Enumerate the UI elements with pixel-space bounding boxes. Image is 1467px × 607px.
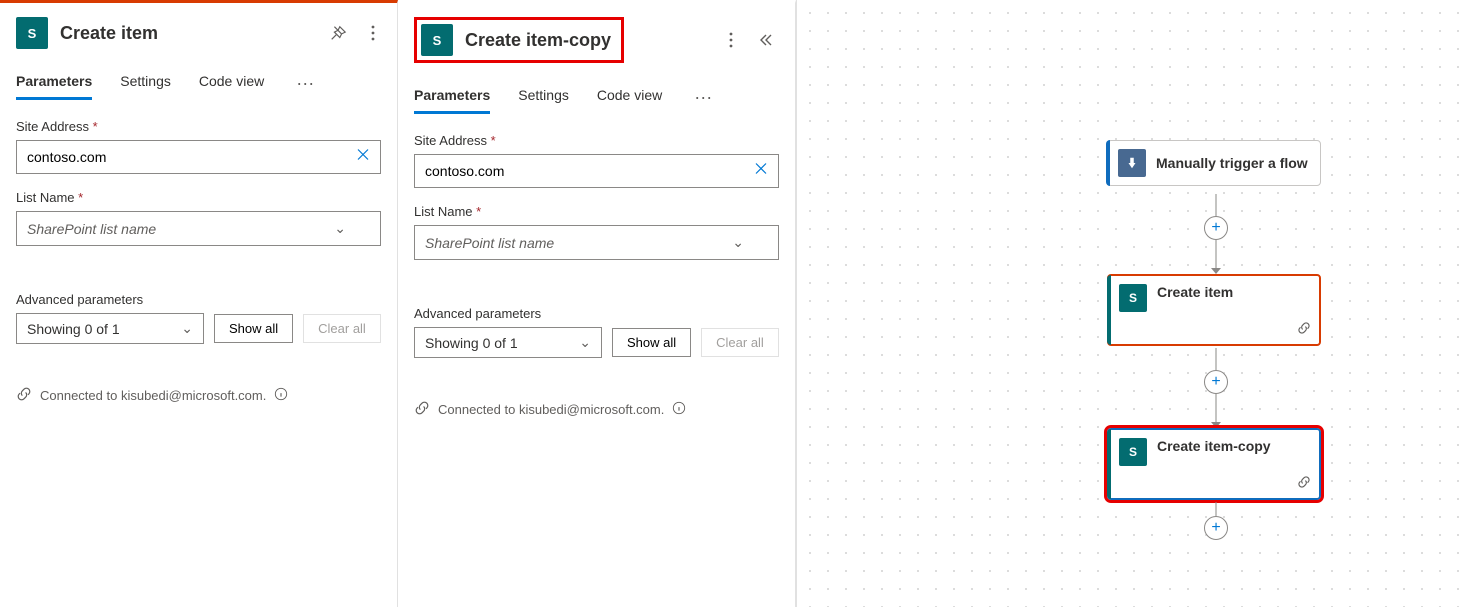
panel-title: Create item xyxy=(60,23,311,44)
list-name-label: List Name * xyxy=(16,190,381,205)
panel-title: Create item-copy xyxy=(465,30,611,51)
node-label: Manually trigger a flow xyxy=(1156,154,1308,172)
connection-footer: Connected to kisubedi@microsoft.com. xyxy=(0,362,397,429)
clear-all-button[interactable]: Clear all xyxy=(303,314,381,343)
list-name-select[interactable]: SharePoint list name ⌄ xyxy=(414,225,779,260)
advanced-label: Advanced parameters xyxy=(16,292,381,307)
panel-create-item-copy: S Create item-copy Parameters Settings C… xyxy=(398,0,796,607)
site-address-label: Site Address * xyxy=(414,133,779,148)
panel-header: S Create item-copy xyxy=(398,3,795,73)
tab-parameters[interactable]: Parameters xyxy=(16,67,92,100)
flow-node-trigger[interactable]: Manually trigger a flow xyxy=(1107,140,1321,186)
link-icon xyxy=(1297,475,1311,492)
connection-footer: Connected to kisubedi@microsoft.com. xyxy=(398,376,795,443)
info-icon[interactable] xyxy=(672,401,686,418)
tabs-overflow-icon[interactable]: ··· xyxy=(292,67,318,100)
info-icon[interactable] xyxy=(274,387,288,404)
advanced-label: Advanced parameters xyxy=(414,306,779,321)
panel-header: S Create item xyxy=(0,3,397,59)
tabs: Parameters Settings Code view ··· xyxy=(398,73,795,115)
add-step-button[interactable]: + xyxy=(1204,370,1228,394)
flow-canvas[interactable]: Manually trigger a flow + S Create item … xyxy=(796,0,1467,607)
list-name-label: List Name * xyxy=(414,204,779,219)
add-step-button[interactable]: + xyxy=(1204,216,1228,240)
site-address-input[interactable] xyxy=(414,154,779,188)
add-step-button[interactable]: + xyxy=(1204,516,1228,540)
link-icon xyxy=(1297,321,1311,338)
panel-create-item: S Create item Parameters Settings Code v… xyxy=(0,0,398,607)
node-label: Create item-copy xyxy=(1157,438,1309,454)
tab-code-view[interactable]: Code view xyxy=(597,81,662,114)
advanced-showing-select[interactable]: Showing 0 of 1 ⌄ xyxy=(16,313,204,344)
chevron-down-icon: ⌄ xyxy=(181,320,193,337)
advanced-showing-text: Showing 0 of 1 xyxy=(425,335,518,351)
list-name-select[interactable]: SharePoint list name ⌄ xyxy=(16,211,381,246)
advanced-showing-text: Showing 0 of 1 xyxy=(27,321,120,337)
flow-node-create-item-copy[interactable]: S Create item-copy xyxy=(1107,428,1321,500)
site-address-input[interactable] xyxy=(16,140,381,174)
link-icon xyxy=(16,386,32,405)
advanced-parameters: Advanced parameters Showing 0 of 1 ⌄ Sho… xyxy=(398,276,795,376)
tab-parameters[interactable]: Parameters xyxy=(414,81,490,114)
sharepoint-icon: S xyxy=(421,24,453,56)
list-name-placeholder: SharePoint list name xyxy=(27,221,156,237)
list-name-placeholder: SharePoint list name xyxy=(425,235,554,251)
site-address-label: Site Address * xyxy=(16,119,381,134)
advanced-parameters: Advanced parameters Showing 0 of 1 ⌄ Sho… xyxy=(0,262,397,362)
sharepoint-icon: S xyxy=(1119,284,1147,312)
collapse-icon[interactable] xyxy=(751,26,779,54)
more-icon[interactable] xyxy=(723,26,739,54)
show-all-button[interactable]: Show all xyxy=(612,328,691,357)
app-root: S Create item Parameters Settings Code v… xyxy=(0,0,1467,607)
node-label: Create item xyxy=(1157,284,1309,300)
sharepoint-icon: S xyxy=(16,17,48,49)
show-all-button[interactable]: Show all xyxy=(214,314,293,343)
chevron-down-icon: ⌄ xyxy=(579,334,591,351)
trigger-icon xyxy=(1118,149,1146,177)
tabs: Parameters Settings Code view ··· xyxy=(0,59,397,101)
advanced-showing-select[interactable]: Showing 0 of 1 ⌄ xyxy=(414,327,602,358)
tab-settings[interactable]: Settings xyxy=(518,81,569,114)
panel-body: Site Address * List Name * SharePoint li… xyxy=(0,101,397,262)
connected-text: Connected to kisubedi@microsoft.com. xyxy=(40,388,266,403)
tab-code-view[interactable]: Code view xyxy=(199,67,264,100)
clear-icon[interactable] xyxy=(351,142,375,173)
panel-body: Site Address * List Name * SharePoint li… xyxy=(398,115,795,276)
chevron-down-icon: ⌄ xyxy=(732,234,744,251)
connected-text: Connected to kisubedi@microsoft.com. xyxy=(438,402,664,417)
flow-node-create-item[interactable]: S Create item xyxy=(1107,274,1321,346)
unpin-icon[interactable] xyxy=(323,18,353,48)
clear-icon[interactable] xyxy=(749,156,773,187)
sharepoint-icon: S xyxy=(1119,438,1147,466)
tabs-overflow-icon[interactable]: ··· xyxy=(690,81,716,114)
chevron-down-icon: ⌄ xyxy=(334,220,346,237)
link-icon xyxy=(414,400,430,419)
more-icon[interactable] xyxy=(365,19,381,47)
clear-all-button[interactable]: Clear all xyxy=(701,328,779,357)
tab-settings[interactable]: Settings xyxy=(120,67,171,100)
